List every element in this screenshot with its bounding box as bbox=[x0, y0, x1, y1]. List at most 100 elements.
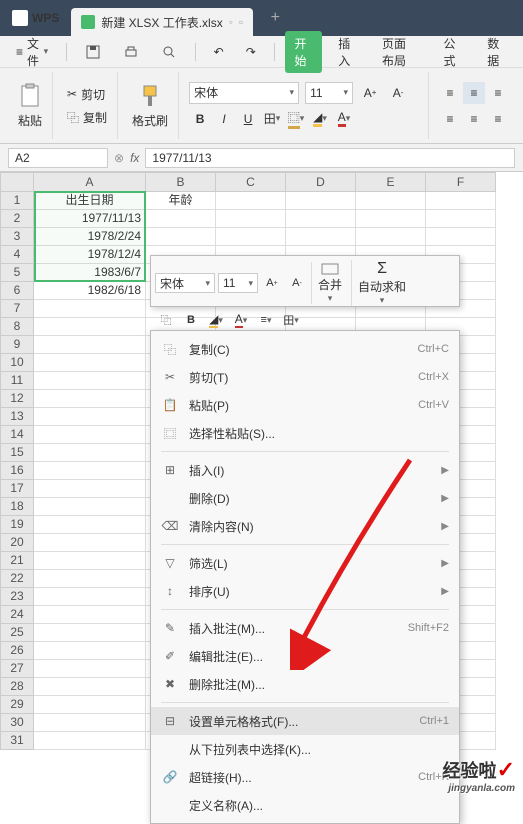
format-painter-button[interactable]: 格式刷 bbox=[128, 78, 172, 133]
cell[interactable] bbox=[34, 606, 146, 624]
save-button[interactable] bbox=[77, 40, 109, 64]
cell[interactable] bbox=[34, 714, 146, 732]
ctx-item[interactable]: 从下拉列表中选择(K)... bbox=[151, 735, 459, 763]
font-color-button[interactable]: A▾ bbox=[333, 108, 355, 130]
cell[interactable] bbox=[356, 228, 426, 246]
cell[interactable] bbox=[426, 228, 496, 246]
row-header[interactable]: 27 bbox=[0, 660, 34, 678]
ctx-cut[interactable]: ✂剪切(T)Ctrl+X bbox=[151, 363, 459, 391]
cell[interactable] bbox=[286, 210, 356, 228]
increase-font-button[interactable]: A+ bbox=[359, 82, 381, 104]
row-header[interactable]: 6 bbox=[0, 282, 34, 300]
row-header[interactable]: 28 bbox=[0, 678, 34, 696]
cell[interactable] bbox=[34, 354, 146, 372]
cell[interactable] bbox=[34, 480, 146, 498]
cell[interactable] bbox=[34, 516, 146, 534]
cell[interactable] bbox=[146, 228, 216, 246]
cell[interactable]: 1982/6/18 bbox=[34, 282, 146, 300]
align-middle-button[interactable]: ≡ bbox=[463, 82, 485, 104]
cell[interactable]: 出生日期 bbox=[34, 192, 146, 210]
row-header[interactable]: 16 bbox=[0, 462, 34, 480]
cell[interactable] bbox=[34, 426, 146, 444]
font-size-select[interactable]: 11▾ bbox=[305, 82, 353, 104]
col-header[interactable]: A bbox=[34, 172, 146, 192]
row-header[interactable]: 1 bbox=[0, 192, 34, 210]
decrease-font-button[interactable]: A- bbox=[387, 82, 409, 104]
preview-button[interactable] bbox=[153, 40, 185, 64]
row-header[interactable]: 20 bbox=[0, 534, 34, 552]
wps-logo[interactable]: WPS bbox=[4, 10, 67, 26]
row-header[interactable]: 26 bbox=[0, 642, 34, 660]
row-header[interactable]: 9 bbox=[0, 336, 34, 354]
ctx-comment[interactable]: ✎插入批注(M)...Shift+F2 bbox=[151, 614, 459, 642]
ctx-paste-special[interactable]: ⿴选择性粘贴(S)... bbox=[151, 419, 459, 447]
ribbon-data[interactable]: 数据 bbox=[477, 31, 515, 73]
mini-border-button[interactable]: 田▾ bbox=[280, 310, 302, 330]
strike-button[interactable]: 田▾ bbox=[261, 108, 283, 130]
align-top-button[interactable]: ≡ bbox=[439, 82, 461, 104]
ctx-item[interactable]: 删除(D)▶ bbox=[151, 484, 459, 512]
cell[interactable] bbox=[34, 570, 146, 588]
print-button[interactable] bbox=[115, 40, 147, 64]
paste-button[interactable]: 粘贴 bbox=[14, 78, 46, 133]
align-center-button[interactable]: ≡ bbox=[463, 108, 485, 130]
col-header[interactable]: E bbox=[356, 172, 426, 192]
row-header[interactable]: 11 bbox=[0, 372, 34, 390]
ctx-filter[interactable]: ▽筛选(L)▶ bbox=[151, 549, 459, 577]
cell[interactable]: 年龄 bbox=[146, 192, 216, 210]
mini-autosum-button[interactable]: Σ 自动求和▾ bbox=[351, 260, 412, 306]
fill-color-button[interactable]: ◢▾ bbox=[309, 108, 331, 130]
cell[interactable] bbox=[286, 192, 356, 210]
cell[interactable]: 1978/2/24 bbox=[34, 228, 146, 246]
cell[interactable] bbox=[356, 210, 426, 228]
cell[interactable] bbox=[216, 210, 286, 228]
align-bottom-button[interactable]: ≡ bbox=[487, 82, 509, 104]
mini-align-button[interactable]: ≡▾ bbox=[255, 310, 277, 330]
select-all-corner[interactable] bbox=[0, 172, 34, 192]
row-header[interactable]: 10 bbox=[0, 354, 34, 372]
ctx-format-cells[interactable]: ⊟设置单元格格式(F)...Ctrl+1 bbox=[151, 707, 459, 735]
mini-merge-button[interactable]: 合并▾ bbox=[311, 262, 348, 304]
col-header[interactable]: D bbox=[286, 172, 356, 192]
cell[interactable] bbox=[34, 642, 146, 660]
cell[interactable] bbox=[34, 534, 146, 552]
font-name-select[interactable]: 宋体▾ bbox=[189, 82, 299, 104]
row-header[interactable]: 5 bbox=[0, 264, 34, 282]
align-left-button[interactable]: ≡ bbox=[439, 108, 461, 130]
row-header[interactable]: 15 bbox=[0, 444, 34, 462]
ribbon-insert[interactable]: 插入 bbox=[328, 31, 366, 73]
undo-button[interactable]: ↶ bbox=[206, 41, 232, 63]
italic-button[interactable]: I bbox=[213, 108, 235, 130]
redo-button[interactable]: ↷ bbox=[238, 41, 264, 63]
row-header[interactable]: 24 bbox=[0, 606, 34, 624]
cell[interactable] bbox=[34, 318, 146, 336]
row-header[interactable]: 19 bbox=[0, 516, 34, 534]
mini-format-button[interactable]: ⿻ bbox=[155, 310, 177, 330]
cancel-icon[interactable]: ⊗ bbox=[114, 151, 124, 165]
cell[interactable] bbox=[286, 228, 356, 246]
cell[interactable] bbox=[34, 336, 146, 354]
mini-size-select[interactable]: 11▾ bbox=[218, 273, 258, 293]
cell[interactable] bbox=[216, 192, 286, 210]
ribbon-start[interactable]: 开始 bbox=[285, 31, 323, 73]
cell[interactable] bbox=[216, 228, 286, 246]
cell[interactable] bbox=[426, 192, 496, 210]
tab-pin-icon[interactable]: ▫ bbox=[239, 15, 243, 29]
row-header[interactable]: 4 bbox=[0, 246, 34, 264]
cell[interactable] bbox=[34, 444, 146, 462]
border-button[interactable]: ⿴▾ bbox=[285, 108, 307, 130]
cell[interactable] bbox=[34, 696, 146, 714]
cell[interactable] bbox=[34, 624, 146, 642]
row-header[interactable]: 30 bbox=[0, 714, 34, 732]
cell[interactable] bbox=[34, 588, 146, 606]
row-header[interactable]: 2 bbox=[0, 210, 34, 228]
ribbon-formula[interactable]: 公式 bbox=[434, 31, 472, 73]
cut-button[interactable]: ✂剪切 bbox=[63, 83, 109, 106]
cell[interactable] bbox=[146, 210, 216, 228]
app-menu-button[interactable]: ≡ 文件 ▾ bbox=[8, 31, 56, 73]
name-box[interactable]: A2 bbox=[8, 148, 108, 168]
mini-fill-button[interactable]: ◢▾ bbox=[205, 310, 227, 330]
cell[interactable] bbox=[356, 192, 426, 210]
col-header[interactable]: F bbox=[426, 172, 496, 192]
cell[interactable] bbox=[34, 390, 146, 408]
